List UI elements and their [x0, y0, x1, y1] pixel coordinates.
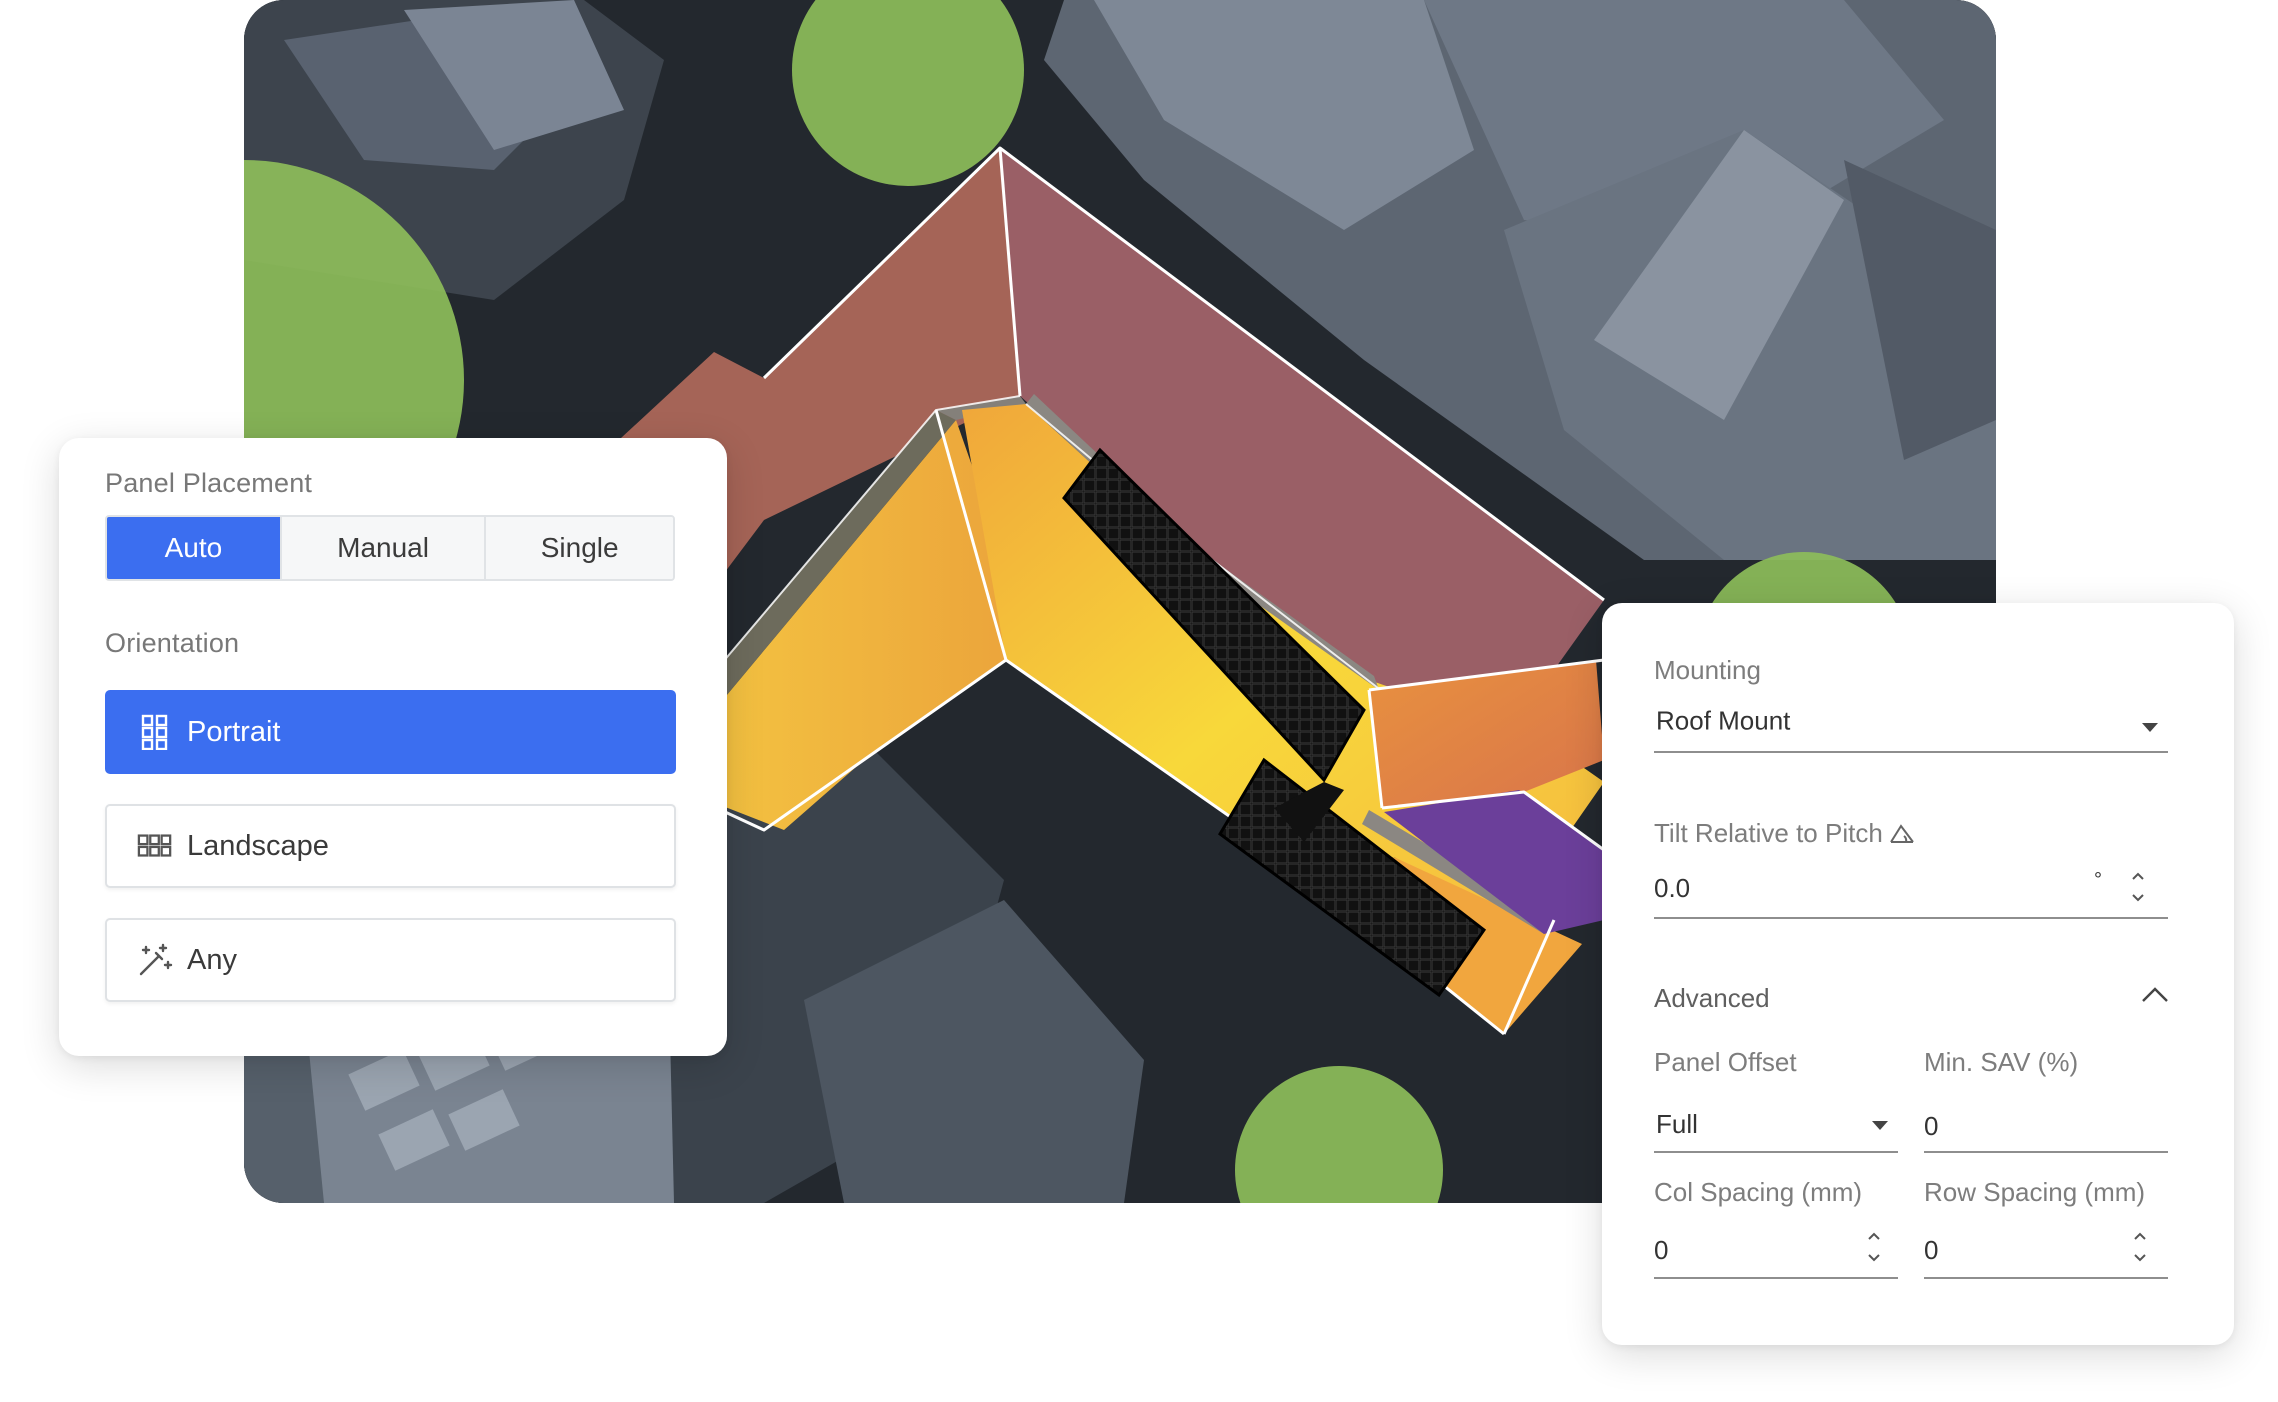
- min-sav-underline: [1924, 1151, 2168, 1153]
- grid-landscape-icon: [137, 828, 173, 864]
- panel-offset-select[interactable]: Full: [1654, 1099, 1898, 1153]
- panel-placement-label: Panel Placement: [105, 468, 313, 498]
- grid-portrait-icon: [137, 714, 173, 750]
- mounting-label: Mounting: [1654, 655, 1761, 685]
- degree-unit: °: [2094, 869, 2102, 891]
- mounting-underline: [1654, 751, 2168, 753]
- orientation-portrait-button[interactable]: Portrait: [105, 690, 676, 774]
- advanced-label: Advanced: [1654, 983, 1770, 1013]
- panel-settings-card: Panel Placement Auto Manual Single Orien…: [59, 438, 727, 1056]
- magic-wand-icon: [137, 942, 173, 978]
- col-spacing-value: 0: [1654, 1235, 1669, 1265]
- orientation-label: Orientation: [105, 628, 240, 658]
- chevron-up-icon[interactable]: [2140, 985, 2170, 1005]
- col-spacing-stepper-icon[interactable]: [1864, 1227, 1884, 1267]
- col-spacing-input[interactable]: 0: [1654, 1223, 1898, 1279]
- placement-auto-button[interactable]: Auto: [107, 517, 280, 579]
- chevron-down-icon: [2142, 723, 2158, 732]
- tilt-underline: [1654, 917, 2168, 919]
- row-spacing-stepper-icon[interactable]: [2130, 1227, 2150, 1267]
- row-spacing-label: Row Spacing (mm): [1924, 1177, 2146, 1207]
- orientation-landscape-label: Landscape: [187, 829, 329, 862]
- min-sav-label: Min. SAV (%): [1924, 1047, 2079, 1077]
- placement-manual-button[interactable]: Manual: [279, 517, 485, 579]
- tilt-label-row: Tilt Relative to Pitch: [1654, 818, 1915, 849]
- tilt-label: Tilt Relative to Pitch: [1654, 818, 1883, 848]
- row-spacing-input[interactable]: 0: [1924, 1223, 2168, 1279]
- placement-single-button[interactable]: Single: [484, 517, 673, 579]
- panel-offset-underline: [1654, 1151, 1898, 1153]
- mounting-settings-card: Mounting Roof Mount Tilt Relative to Pit…: [1602, 603, 2234, 1345]
- panel-placement-segmented-control: Auto Manual Single: [105, 515, 675, 581]
- orientation-any-button[interactable]: Any: [105, 918, 676, 1002]
- mounting-select[interactable]: Roof Mount: [1654, 693, 2168, 753]
- row-spacing-underline: [1924, 1277, 2168, 1279]
- roof-pitch-icon: [1889, 822, 1915, 846]
- tilt-stepper-icon[interactable]: [2128, 867, 2148, 907]
- mounting-value: Roof Mount: [1656, 705, 1791, 736]
- orientation-portrait-label: Portrait: [187, 715, 281, 748]
- panel-offset-label: Panel Offset: [1654, 1047, 1797, 1077]
- panel-offset-value: Full: [1656, 1109, 1698, 1139]
- tilt-input[interactable]: 0.0 °: [1654, 861, 2168, 921]
- row-spacing-value: 0: [1924, 1235, 1939, 1265]
- orientation-landscape-button[interactable]: Landscape: [105, 804, 676, 888]
- col-spacing-underline: [1654, 1277, 1898, 1279]
- chevron-down-icon: [1872, 1121, 1888, 1130]
- tilt-value: 0.0: [1654, 873, 1691, 903]
- min-sav-value: 0: [1924, 1111, 1939, 1141]
- col-spacing-label: Col Spacing (mm): [1654, 1177, 1863, 1207]
- orientation-any-label: Any: [187, 943, 237, 976]
- min-sav-input[interactable]: 0: [1924, 1099, 2168, 1153]
